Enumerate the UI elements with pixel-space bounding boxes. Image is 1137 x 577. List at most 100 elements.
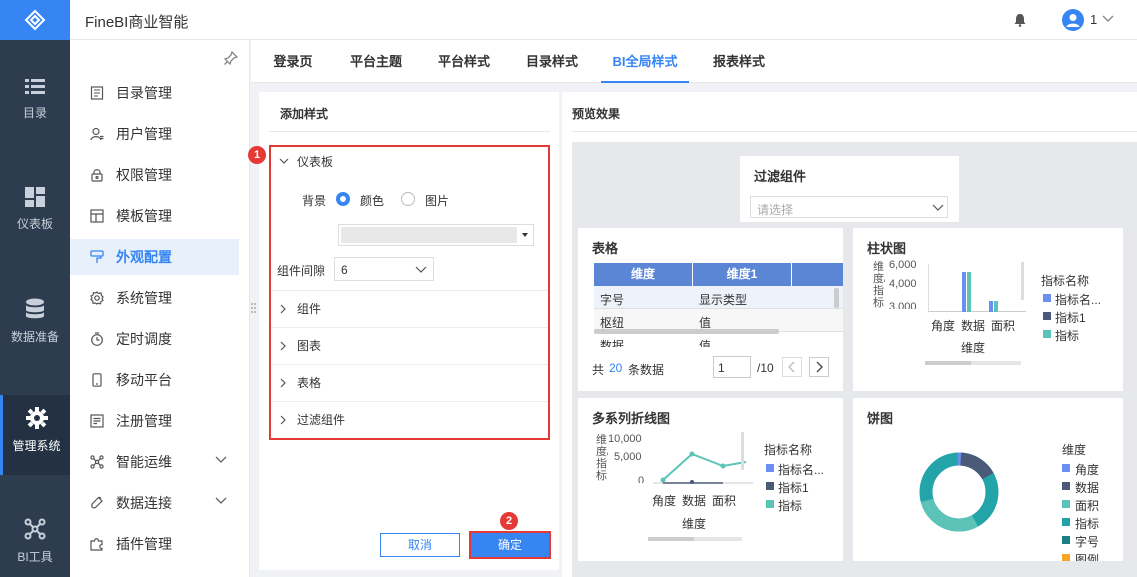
puzzle-icon xyxy=(90,538,103,551)
horizontal-scrollbar[interactable] xyxy=(594,329,779,334)
bar xyxy=(967,272,971,312)
dashboard-icon xyxy=(25,187,45,207)
rail-item-admin[interactable]: 管理系统 xyxy=(0,395,70,475)
sidebar-item-label: 智能运维 xyxy=(116,454,172,470)
sidebar-item-template-mgmt[interactable]: 模板管理 xyxy=(70,198,239,234)
chevron-down-icon[interactable] xyxy=(1102,15,1114,23)
sidebar-item-schedule[interactable]: 定时调度 xyxy=(70,321,239,357)
app-title: FineBI商业智能 xyxy=(85,14,189,31)
plot-scrollbar[interactable] xyxy=(741,432,744,470)
section-label: 过滤组件 xyxy=(297,413,346,427)
app-rail: 目录 仪表板 数据准备 管理系统 BI工具 xyxy=(0,0,70,577)
next-page-button[interactable] xyxy=(809,357,829,377)
preview-panel: 预览效果 过滤组件 请选择 表格 维度 维度1 字号 显示类型 枢纽 值 数据 … xyxy=(562,92,1137,577)
sidebar-item-data-connection[interactable]: 数据连接 xyxy=(70,485,239,521)
y-tick: 5,000 xyxy=(614,451,642,463)
x-axis-label: 维度 xyxy=(961,341,986,355)
plot-scrollbar[interactable] xyxy=(1021,262,1024,300)
sidebar-item-ops[interactable]: 智能运维 xyxy=(70,444,239,480)
appearance-tabs: 登录页 平台主题 平台样式 目录样式 BI全局样式 报表样式 xyxy=(251,40,1137,83)
sidebar-item-label: 数据连接 xyxy=(116,495,172,511)
section-dashboard-header[interactable]: 仪表板 xyxy=(271,147,548,175)
legend-swatch xyxy=(1062,500,1070,508)
section-label: 组件 xyxy=(297,302,322,316)
filter-select[interactable]: 请选择 xyxy=(750,196,948,218)
list-icon xyxy=(25,79,45,94)
tab-platform-style[interactable]: 平台样式 xyxy=(433,40,495,83)
line-point xyxy=(690,480,694,484)
section-table[interactable]: 表格 xyxy=(271,364,548,400)
x-scrollbar-thumb[interactable] xyxy=(925,361,971,365)
page-value: 1 xyxy=(718,361,725,375)
sidebar-item-catalog-mgmt[interactable]: 目录管理 xyxy=(70,75,239,111)
rail-label-catalog: 目录 xyxy=(22,106,47,120)
pie-chart-title: 饼图 xyxy=(867,411,894,426)
x-tick: 角度 xyxy=(931,319,956,333)
top-header: FineBI商业智能 1 xyxy=(70,0,1137,40)
prev-page-button[interactable] xyxy=(782,357,802,377)
bar-plot-area xyxy=(928,264,1026,312)
line-plot-area xyxy=(653,451,753,484)
section-label: 图表 xyxy=(297,339,322,353)
network-icon xyxy=(90,455,104,469)
tab-login[interactable]: 登录页 xyxy=(268,40,318,83)
user-name[interactable]: 1 xyxy=(1090,12,1097,27)
sidebar-item-label: 目录管理 xyxy=(116,85,172,101)
sidebar-item-plugins[interactable]: 插件管理 xyxy=(70,526,239,562)
tab-report-style[interactable]: 报表样式 xyxy=(708,40,770,83)
page-total: /10 xyxy=(757,361,774,375)
x-tick: 数据 xyxy=(961,319,986,333)
table-header-cell: 维度 xyxy=(594,263,693,286)
sidebar-item-permission-mgmt[interactable]: 权限管理 xyxy=(70,157,239,193)
cancel-button[interactable]: 取消 xyxy=(380,533,460,557)
legend-swatch xyxy=(1062,536,1070,544)
y-axis-label: 维度/指标 xyxy=(873,261,885,309)
tab-platform-theme[interactable]: 平台主题 xyxy=(345,40,407,83)
style-settings-panel: 添加样式 1 仪表板 背景 颜色 图片 组件间隙 6 组件 图表 表格 过滤组件… xyxy=(248,92,559,570)
confirm-button[interactable]: 确定 xyxy=(469,531,551,559)
sidebar-item-user-mgmt[interactable]: 用户管理 xyxy=(70,116,239,152)
tab-bi-global-style[interactable]: BI全局样式 xyxy=(601,40,689,83)
sidebar-item-appearance[interactable]: 外观配置 xyxy=(70,239,239,275)
spacing-label: 组件间隙 xyxy=(277,264,326,278)
bell-icon[interactable] xyxy=(1013,13,1027,27)
sidebar-item-mobile[interactable]: 移动平台 xyxy=(70,362,239,398)
pin-icon[interactable] xyxy=(224,51,238,65)
admin-sidebar: 目录管理 用户管理 权限管理 模板管理 外观配置 系统管理 定时调度 移动平台 … xyxy=(70,40,256,577)
vertical-scrollbar[interactable] xyxy=(834,288,839,308)
rail-item-bi-tools[interactable]: BI工具 xyxy=(0,518,70,565)
radio-image[interactable] xyxy=(401,192,415,206)
table-header-cell xyxy=(792,263,843,286)
legend-label: 图例 xyxy=(1075,553,1100,561)
section-component[interactable]: 组件 xyxy=(271,290,548,326)
spacing-select[interactable]: 6 xyxy=(334,257,434,281)
rail-item-catalog[interactable]: 目录 xyxy=(0,78,70,121)
page-input[interactable]: 1 xyxy=(713,356,751,378)
radio-color[interactable] xyxy=(336,192,350,206)
rail-item-data-prep[interactable]: 数据准备 xyxy=(0,298,70,345)
radio-image-label: 图片 xyxy=(425,194,450,208)
x-scrollbar-track[interactable] xyxy=(648,537,742,541)
x-scrollbar-track[interactable] xyxy=(925,361,1021,365)
rail-label-admin: 管理系统 xyxy=(12,439,61,453)
tab-catalog-style[interactable]: 目录样式 xyxy=(521,40,583,83)
user-icon xyxy=(1066,14,1080,27)
color-picker[interactable] xyxy=(338,224,534,246)
table-row: 字号 显示类型 xyxy=(594,286,843,309)
sidebar-item-registration[interactable]: 注册管理 xyxy=(70,403,239,439)
sidebar-item-system-mgmt[interactable]: 系统管理 xyxy=(70,280,239,316)
footer-count: 20 xyxy=(609,361,623,375)
bar-chart-title: 柱状图 xyxy=(867,241,907,256)
finebi-logo[interactable] xyxy=(0,0,70,40)
section-filter[interactable]: 过滤组件 xyxy=(271,401,548,437)
caret-down-icon xyxy=(522,233,528,237)
rail-item-dashboard[interactable]: 仪表板 xyxy=(0,187,70,232)
legend-label: 面积 xyxy=(1075,499,1100,513)
chevron-left-icon xyxy=(788,361,795,373)
section-chart[interactable]: 图表 xyxy=(271,327,548,363)
avatar[interactable] xyxy=(1062,9,1084,31)
x-scrollbar-thumb[interactable] xyxy=(648,537,694,541)
legend-label: 指标 xyxy=(1055,329,1080,343)
link-icon xyxy=(91,496,103,509)
resize-handle[interactable] xyxy=(250,302,256,316)
